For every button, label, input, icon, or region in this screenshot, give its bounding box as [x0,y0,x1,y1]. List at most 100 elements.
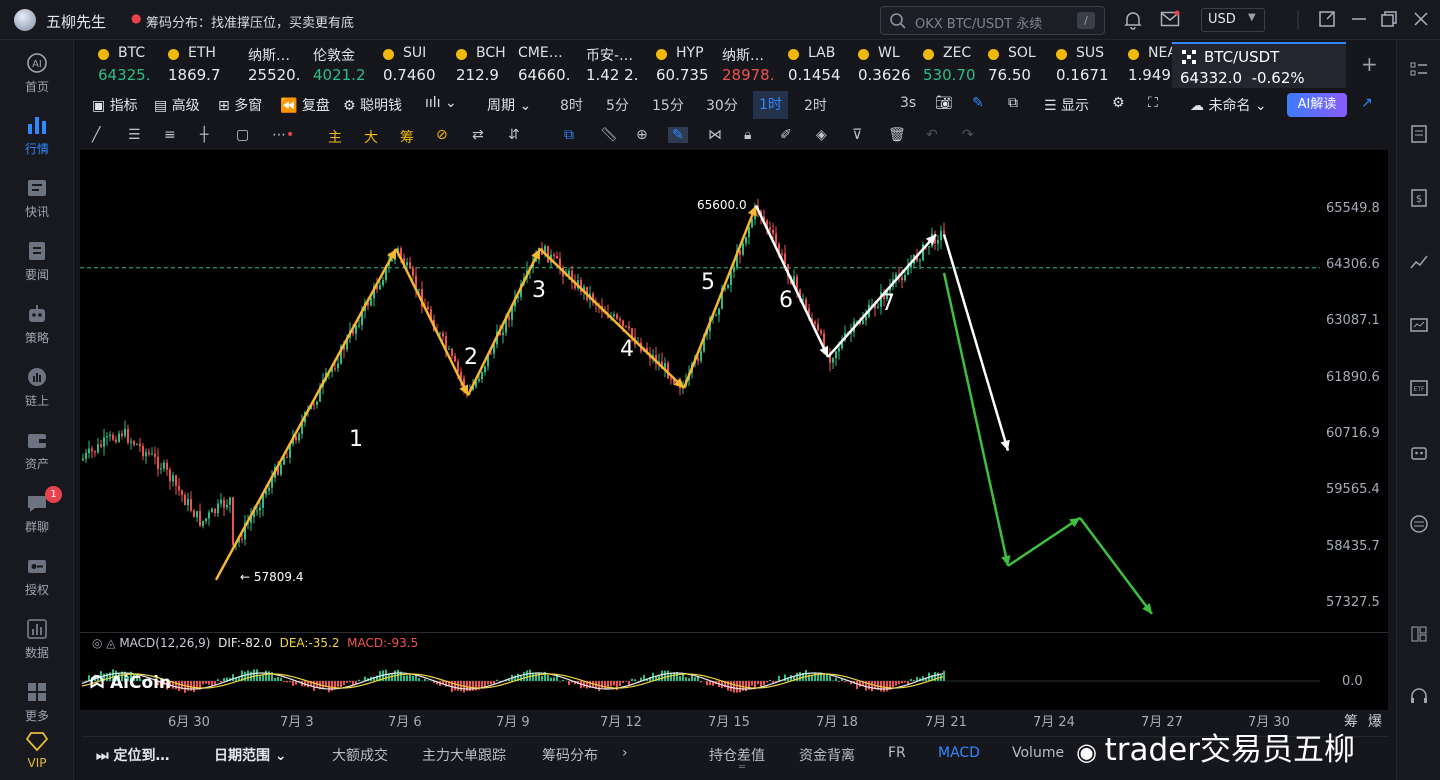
sidebar-item-home[interactable]: AI 首页 [0,52,74,110]
fullscreen-icon[interactable]: ⛶ [1148,95,1158,111]
ticker-item[interactable]: 纳斯… 28978. [722,42,782,88]
liquidation-icon[interactable]: ⊘ [436,127,448,143]
sidebar-item-market[interactable]: 行情 [0,114,74,172]
period-30m[interactable]: 30分 [706,95,738,115]
main-chart-toggle[interactable]: 主 [328,127,342,147]
ticker-item[interactable]: 伦敦金 4021.2 [313,42,373,88]
ticker-item[interactable]: BTC 64325. [98,42,158,88]
display-button[interactable]: ☰ 显示 [1044,95,1089,115]
bot-icon[interactable] [1409,442,1429,462]
ai-interpret-button[interactable]: AI解读 [1287,93,1347,117]
bell-icon[interactable] [1124,10,1142,30]
chip-toggle[interactable]: 筹 [400,127,414,147]
search-box[interactable]: OKX BTC/USDT 永续 / [880,6,1105,35]
layout-name-dropdown[interactable]: ☁ 未命名 ⌄ [1190,95,1267,115]
zoom-icon[interactable]: ⊕ [636,127,648,143]
share-icon[interactable]: ⧉ [1008,95,1018,111]
period-dropdown[interactable]: 周期 ⌄ [487,95,531,115]
replay-button[interactable]: ⏪ 复盘 [280,95,330,115]
ticker-item[interactable]: CME… 64660. [518,42,578,88]
ticker-item[interactable]: ETH 1869.7 [168,42,228,88]
sidebar-item-vip[interactable]: VIP [0,730,74,780]
hide-icon[interactable]: ◈ [816,127,827,143]
sidebar-item-flash[interactable]: 快讯 [0,177,74,235]
volume-tab[interactable]: Volume [1012,745,1064,761]
close-icon[interactable] [1412,10,1430,28]
search-input[interactable]: OKX BTC/USDT 永续 [915,13,1042,32]
lock-icon[interactable]: 🔒︎ [744,127,751,143]
watchlist-icon[interactable] [1409,60,1429,80]
big-order-toggle[interactable]: 大 [364,127,378,147]
date-range-dropdown[interactable]: 日期范围 ⌄ [214,745,287,765]
line-tool-icon[interactable]: ╱ [92,127,100,143]
chip-tab[interactable]: 筹码分布 [542,745,598,765]
drag-handle[interactable]: ═ [728,762,756,773]
macd-tab[interactable]: MACD [938,745,980,761]
indicator-button[interactable]: ▣ 指标 [92,95,138,115]
ticker-item[interactable]: LAB 0.1454 [788,42,848,88]
period-8h[interactable]: 8时 [560,95,583,115]
popout-icon[interactable] [1318,10,1336,28]
chevron-right-icon[interactable]: › [622,745,628,761]
locate-button[interactable]: ⏭ 定位到… [96,745,169,765]
pen-icon[interactable]: ✎ [972,95,984,111]
liquidation-axis-label[interactable]: 爆 [1368,711,1382,731]
sidebar-item-strategy[interactable]: 策略 [0,303,74,361]
sidebar-item-onchain[interactable]: 链上 [0,366,74,424]
fund-divergence-tab[interactable]: 资金背离 [799,745,855,765]
etf-icon[interactable]: ETF [1409,378,1429,398]
price-chart[interactable] [80,150,1388,710]
pane-divider[interactable] [80,632,1388,633]
sidebar-item-chat[interactable]: 1 群聊 [0,486,74,550]
ticker-item[interactable]: SUI 0.7460 [383,42,443,88]
edit-list-icon[interactable]: ✐ [780,127,792,143]
magnet-icon[interactable]: ⋈ [708,127,722,143]
sidebar-item-data[interactable]: 数据 [0,618,74,676]
compare-icon[interactable]: ⇄ [472,127,484,143]
settings-icon[interactable]: ⚙ [1112,95,1125,111]
sidebar-item-assets[interactable]: 资产 [0,429,74,487]
candle-style-button[interactable]: ıılı ⌄ [425,95,457,111]
minimize-icon[interactable] [1350,10,1368,28]
sidebar-item-news[interactable]: 要闻 [0,240,74,298]
trend-icon[interactable] [1409,252,1429,272]
period-2h[interactable]: 2时 [804,95,827,115]
ticker-item[interactable]: HYP 60.735 [656,42,716,88]
add-tab-button[interactable]: + [1361,52,1378,76]
camera-icon[interactable]: 📷︎ [935,95,953,111]
filter-icon[interactable]: ⊽ [852,127,862,143]
smart-money-button[interactable]: ⚙ 聪明钱 [343,95,402,115]
dollar-doc-icon[interactable]: $ [1409,188,1429,208]
draw-mode-icon[interactable]: ✎ [668,127,688,143]
ticker-item[interactable]: WL 0.3626 [858,42,918,88]
refresh-interval[interactable]: 3s [900,95,916,111]
exchange-icon[interactable] [1409,514,1429,534]
period-15m[interactable]: 15分 [652,95,684,115]
parallel-tool-icon[interactable]: ☰ [128,127,141,143]
ticker-item[interactable]: BCH 212.9 [456,42,516,88]
period-1h[interactable]: 1时 [753,91,788,119]
document-icon[interactable] [1409,124,1429,144]
ticker-item[interactable]: 币安-… 1.42 2. [586,42,646,88]
advanced-button[interactable]: ▤ 高级 [154,95,200,115]
channel-tool-icon[interactable]: ≡ [164,127,176,143]
undo-icon[interactable]: ↶ [926,127,938,143]
ticker-item[interactable]: SUS 0.1671 [1056,42,1116,88]
redo-icon[interactable]: ↷ [962,127,974,143]
restore-icon[interactable] [1380,10,1398,28]
mail-icon[interactable] [1160,10,1180,28]
currency-select[interactable]: USD ▼ [1201,8,1265,32]
copy-icon[interactable]: ⧉ [564,127,574,143]
headset-icon[interactable] [1409,686,1429,706]
ticker-item[interactable]: SOL 76.50 [988,42,1048,88]
multi-window-button[interactable]: ⊞ 多窗 [218,95,262,115]
ticker-item[interactable]: 纳斯… 25520. [248,42,308,88]
macd-legend[interactable]: ◎ ◬ MACD(12,26,9) DIF:-82.0 DEA:-35.2 MA… [92,636,418,650]
notice-banner[interactable]: 筹码分布：找准撑压位，买卖更有底 [146,12,354,31]
sidebar-item-auth[interactable]: 授权 [0,555,74,613]
trash-icon[interactable]: 🗑︎ [888,127,906,143]
period-5m[interactable]: 5分 [606,95,629,115]
monitor-chart-icon[interactable] [1409,316,1429,336]
swap-icon[interactable]: ⇵ [508,127,520,143]
layout-icon[interactable] [1409,624,1429,644]
